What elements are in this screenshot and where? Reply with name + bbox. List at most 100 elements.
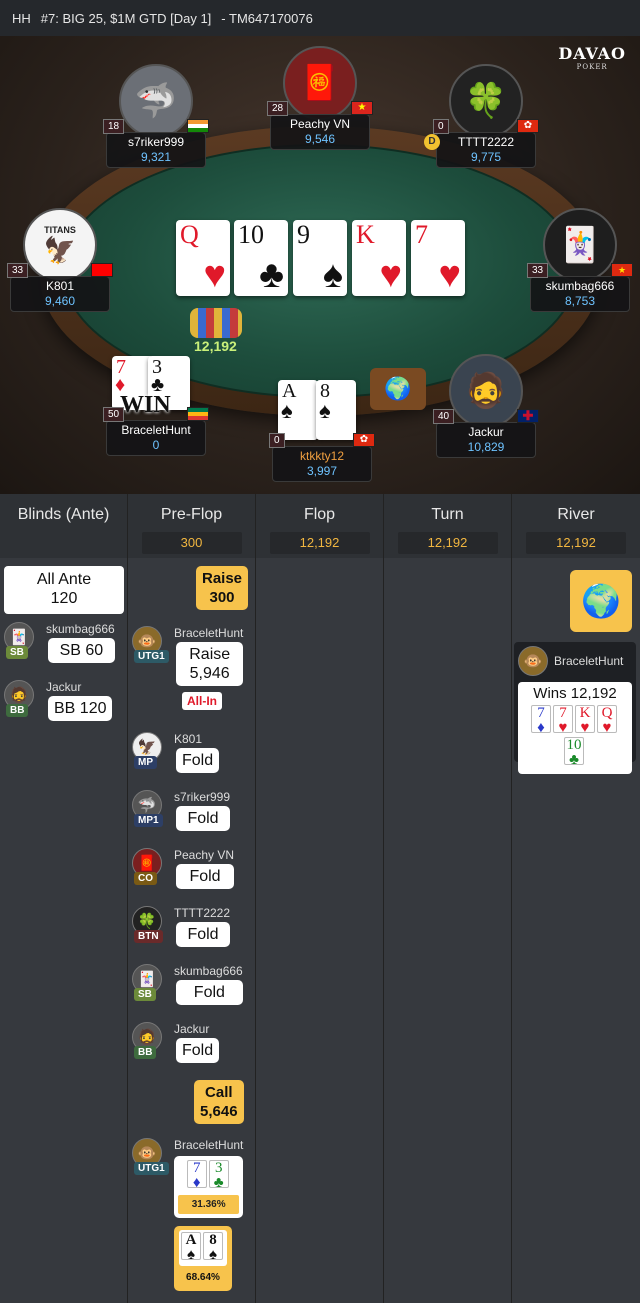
seat-s7riker999[interactable]: 🦈 18 s7riker999 9,321 bbox=[103, 64, 209, 168]
position-badge: BTN bbox=[134, 930, 163, 943]
mini-card: Q ♥ bbox=[597, 705, 617, 736]
board-card: K ♥ bbox=[352, 220, 406, 296]
player-avatar: 🧧 bbox=[283, 46, 357, 120]
col-flop bbox=[256, 558, 384, 1303]
action-bracelethunt: 🐵 UTG1 BraceletHunt Raise 5,946 All-In bbox=[132, 626, 244, 710]
level-badge: 28 bbox=[267, 101, 289, 116]
street-name: River bbox=[557, 506, 595, 523]
board-card: Q ♥ bbox=[176, 220, 230, 296]
seat-peachy-vn[interactable]: 🧧 28 ★ Peachy VN 9,546 bbox=[267, 46, 373, 150]
player-plate: 50 BraceletHunt 0 bbox=[103, 407, 209, 456]
player-stack: 9,460 bbox=[44, 294, 76, 308]
level-badge: 0 bbox=[269, 433, 285, 448]
showdown-cards: 7 ♦3 ♣ 31.36% bbox=[174, 1156, 244, 1218]
dealer-button-icon: D bbox=[424, 134, 440, 150]
col-blinds: All Ante 120 🃏 SB skumbag666 SB 60 🧔 BB … bbox=[0, 558, 128, 1303]
blind-bb: 🧔 BB Jackur BB 120 bbox=[4, 680, 113, 724]
action-bubble: Fold bbox=[176, 748, 220, 773]
level-badge: 33 bbox=[7, 263, 29, 278]
board-card: 7 ♥ bbox=[411, 220, 465, 296]
level-badge: 40 bbox=[433, 409, 455, 424]
hole-card: 8 ♠ bbox=[316, 380, 356, 440]
street-name: Flop bbox=[303, 506, 336, 523]
action-bubble: Fold bbox=[176, 980, 243, 1005]
ante-label: All Ante bbox=[36, 571, 92, 588]
player-avatar: 🍀 bbox=[449, 64, 523, 138]
position-badge: MP1 bbox=[134, 814, 163, 827]
col-head-river: River 12,192 bbox=[512, 494, 640, 558]
south-africa-flag-icon bbox=[187, 407, 209, 421]
player-name: BraceletHunt bbox=[174, 626, 244, 640]
ante-value: 120 bbox=[50, 590, 78, 607]
emote-bubble-icon[interactable]: 🌍 bbox=[370, 368, 426, 410]
player-plate: 0 ✿ TTTT2222 9,775 bbox=[433, 119, 539, 168]
avatar-text: TITANS bbox=[44, 224, 76, 235]
chip-stack-icon bbox=[190, 308, 242, 338]
action-k801: 🦅 MP K801 Fold bbox=[132, 732, 220, 776]
player-stack: 9,321 bbox=[140, 150, 172, 164]
brand-name: DAVAO bbox=[558, 44, 626, 63]
seat-jackur[interactable]: 🧔 40 ✚ Jackur 10,829 bbox=[433, 354, 539, 458]
player-name: skumbag666 bbox=[545, 279, 615, 293]
hong-kong-flag-icon: ✿ bbox=[517, 119, 539, 133]
player-name: Peachy VN bbox=[289, 117, 351, 131]
action-jackur: 🧔 BB Jackur Fold bbox=[132, 1022, 220, 1066]
seat-skumbag666[interactable]: 🃏 33 ★ skumbag666 8,753 bbox=[527, 208, 633, 312]
level-badge: 18 bbox=[103, 119, 125, 134]
position-badge: SB bbox=[6, 646, 28, 659]
player-name: BraceletHunt bbox=[121, 423, 191, 437]
action-skumbag666: 🃏 SB skumbag666 Fold bbox=[132, 964, 243, 1008]
player-name: BraceletHunt bbox=[174, 1138, 244, 1152]
position-badge: MP bbox=[134, 756, 157, 769]
player-avatar: 🃏 bbox=[543, 208, 617, 282]
player-plate: 18 s7riker999 9,321 bbox=[103, 119, 209, 168]
mini-card: 3 ♣ bbox=[208, 1160, 229, 1191]
action-bubble: BB 120 bbox=[48, 696, 113, 721]
player-name: skumbag666 bbox=[46, 622, 115, 636]
winner-name: BraceletHunt bbox=[554, 654, 624, 668]
mini-card: 7 ♦ bbox=[186, 1160, 207, 1191]
hero-emote-bubble: 🌍 bbox=[570, 570, 632, 632]
ante-box: All Ante 120 bbox=[4, 566, 124, 614]
player-name: TTTT2222 bbox=[174, 906, 231, 920]
mini-card: A ♠ bbox=[181, 1232, 201, 1263]
seat-bracelethunt[interactable]: 7 ♦ 3 ♣ WIN 50 BraceletHunt 0 bbox=[103, 354, 209, 456]
hero-call-bubble: Call 5,646 bbox=[194, 1080, 244, 1124]
player-name: Jackur bbox=[468, 425, 504, 439]
seat-ktkkty12[interactable]: A ♠ 8 ♠ 0 ✿ ktkkty12 3,997 bbox=[269, 380, 375, 482]
board-card: 9 ♠ bbox=[293, 220, 347, 296]
street-pot: 300 bbox=[141, 532, 242, 554]
level-badge: 50 bbox=[103, 407, 125, 422]
position-badge: UTG1 bbox=[134, 650, 169, 663]
col-turn bbox=[384, 558, 512, 1303]
position-badge: BB bbox=[6, 704, 29, 717]
seat-k801[interactable]: TITANS 🦅 33 K801 9,460 bbox=[7, 208, 113, 312]
board-card: 10 ♣ bbox=[234, 220, 288, 296]
street-pot: 12,192 bbox=[269, 532, 370, 554]
action-peachy-vn: 🧧 CO Peachy VN Fold bbox=[132, 848, 235, 892]
col-river: 🌍 🐵 BraceletHunt Wins 12,192 7 ♦7 ♥K ♥Q ♥ 10 ♣ bbox=[512, 558, 640, 1303]
player-avatar: TITANS 🦅 bbox=[23, 208, 97, 282]
action-s7riker999: 🦈 MP1 s7riker999 Fold bbox=[132, 790, 231, 834]
position-badge: SB bbox=[134, 988, 156, 1001]
all-in-badge: All-In bbox=[182, 692, 222, 710]
player-name: K801 bbox=[45, 279, 75, 293]
action-tttt2222: 🍀 BTN TTTT2222 Fold bbox=[132, 906, 231, 950]
level-badge: 0 bbox=[433, 119, 449, 134]
hole-card: A ♠ bbox=[278, 380, 318, 440]
player-name: K801 bbox=[174, 732, 203, 746]
brand-sub: POKER bbox=[576, 63, 608, 71]
india-flag-icon bbox=[187, 119, 209, 133]
seat-tttt2222[interactable]: 🍀 0 ✿ TTTT2222 9,775 bbox=[433, 64, 539, 168]
mini-card: 8 ♠ bbox=[203, 1232, 223, 1263]
mini-card: 7 ♥ bbox=[553, 705, 573, 736]
china-flag-icon: ★ bbox=[611, 263, 633, 277]
poker-table-area: DAVAO POKER Q ♥ 10 ♣ 9 ♠ K ♥ 7 ♥ 12,192 🦈 18 … bbox=[0, 36, 640, 494]
action-bubble: Fold bbox=[176, 806, 231, 831]
player-stack: 8,753 bbox=[564, 294, 596, 308]
street-columns: Blinds (Ante) Pre-Flop 300 Flop 12,192 Tur… bbox=[0, 494, 640, 1303]
player-name: s7riker999 bbox=[127, 135, 185, 149]
hand-history-header: HH #7: BIG 25, $1M GTD [Day 1] - TM64717… bbox=[0, 0, 640, 36]
pot-amount: 12,192 bbox=[194, 338, 237, 354]
mini-card: 10 ♣ bbox=[564, 737, 584, 768]
